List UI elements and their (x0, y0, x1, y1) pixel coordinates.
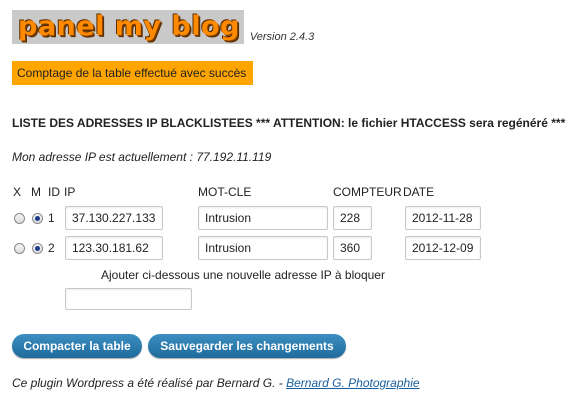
column-keyword-header: MOT-CLE (198, 185, 252, 199)
delete-radio[interactable] (14, 243, 25, 254)
current-ip-text: Mon adresse IP est actuellement : 77.192… (12, 150, 272, 164)
footer: Ce plugin Wordpress a été réalisé par Be… (12, 376, 420, 390)
compact-table-button[interactable]: Compacter la table (12, 334, 142, 358)
keyword-input[interactable] (198, 206, 328, 230)
row-id: 2 (48, 241, 55, 255)
logo: panel my blog (12, 10, 244, 44)
column-date-header: DATE (403, 185, 435, 199)
list-title: LISTE DES ADRESSES IP BLACKLISTEES *** A… (12, 116, 566, 130)
date-input[interactable] (405, 236, 481, 260)
keyword-input[interactable] (198, 236, 328, 260)
keep-radio[interactable] (32, 213, 43, 224)
counter-input[interactable] (333, 236, 372, 260)
column-ip-header: IP (64, 185, 76, 199)
column-counter-header: COMPTEUR (333, 185, 402, 199)
table-row: 1 (12, 206, 512, 232)
header: panel my blog Version 2.4.3 (12, 6, 314, 44)
table-row: 2 (12, 236, 512, 262)
success-notice: Comptage de la table effectué avec succè… (12, 61, 253, 85)
new-ip-label: Ajouter ci-dessous une nouvelle adresse … (101, 268, 385, 282)
counter-input[interactable] (333, 206, 372, 230)
save-changes-button[interactable]: Sauvegarder les changements (148, 334, 346, 358)
ip-input[interactable] (65, 206, 163, 230)
ip-input[interactable] (65, 236, 163, 260)
column-id-header: ID (48, 185, 60, 199)
footer-link[interactable]: Bernard G. Photographie (286, 376, 419, 390)
new-ip-input[interactable] (65, 288, 192, 310)
delete-radio[interactable] (14, 213, 25, 224)
keep-radio[interactable] (32, 243, 43, 254)
row-id: 1 (48, 211, 55, 225)
column-x-header: X (13, 185, 22, 199)
version-label: Version 2.4.3 (249, 31, 315, 43)
date-input[interactable] (405, 206, 481, 230)
column-m-header: M (31, 185, 41, 199)
footer-text: Ce plugin Wordpress a été réalisé par Be… (12, 376, 287, 390)
